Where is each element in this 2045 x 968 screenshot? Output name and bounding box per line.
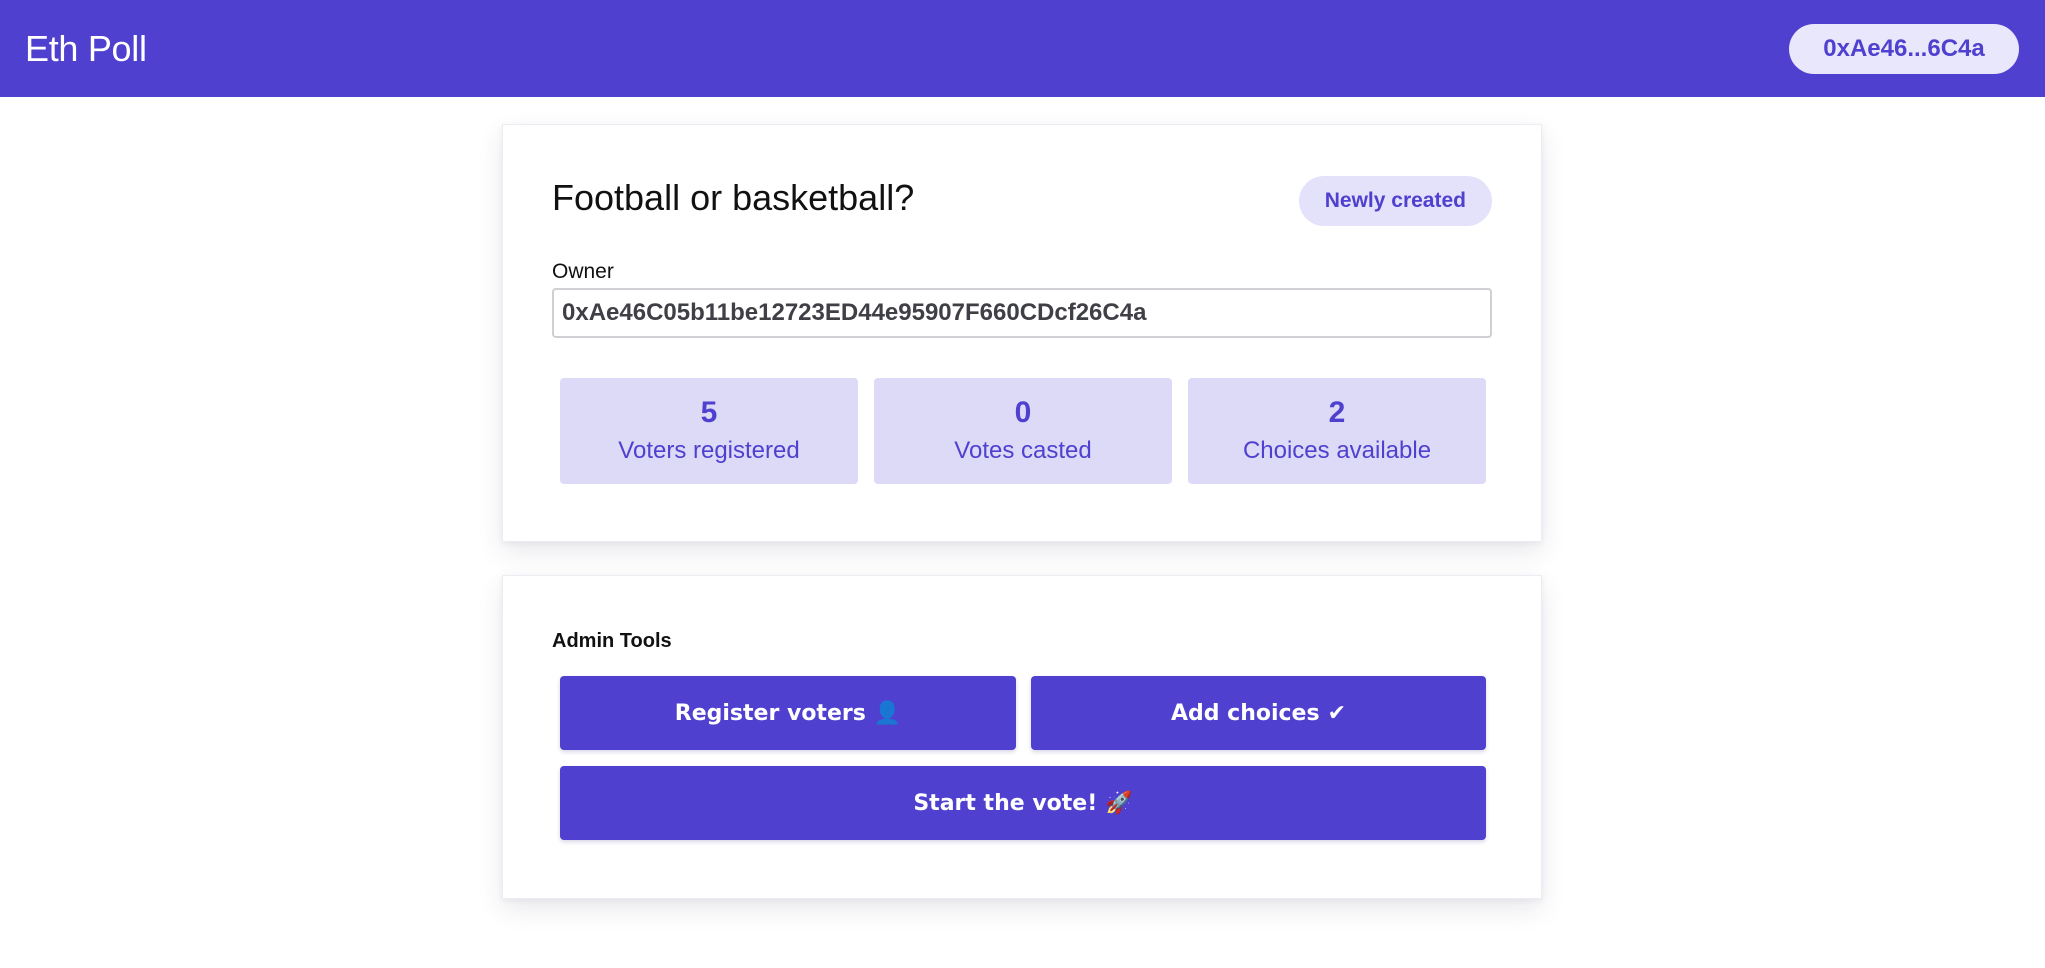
account-button[interactable]: 0xAe46...6C4a — [1789, 23, 2019, 74]
poll-stats: 5 Voters registered 0 Votes casted 2 Cho… — [560, 378, 1486, 484]
start-vote-label: Start the vote! — [913, 790, 1098, 816]
stat-value: 5 — [700, 396, 718, 429]
register-voters-label: Register voters — [674, 700, 866, 726]
stat-label: Votes casted — [954, 437, 1092, 464]
stat-votes-casted: 0 Votes casted — [874, 378, 1172, 484]
app-title[interactable]: Eth Poll — [25, 28, 147, 70]
checkmark-icon: ✔ — [1327, 700, 1347, 726]
add-choices-label: Add choices — [1170, 700, 1320, 726]
owner-label: Owner — [552, 260, 614, 283]
poll-card: Football or basketball? Newly created Ow… — [502, 124, 1542, 542]
stat-voters-registered: 5 Voters registered — [560, 378, 858, 484]
user-icon: 👤 — [873, 700, 902, 726]
admin-tools-title: Admin Tools — [552, 630, 672, 652]
register-voters-button[interactable]: Register voters 👤 — [560, 676, 1016, 750]
owner-address-field[interactable] — [552, 288, 1492, 338]
admin-tools-card: Admin Tools Register voters 👤 Add choice… — [502, 575, 1542, 899]
rocket-icon: 🚀 — [1105, 790, 1133, 816]
add-choices-button[interactable]: Add choices ✔ — [1031, 676, 1486, 750]
start-vote-button[interactable]: Start the vote! 🚀 — [560, 766, 1486, 840]
poll-question: Football or basketball? — [552, 177, 915, 218]
stat-value: 0 — [1014, 396, 1032, 429]
stat-choices-available: 2 Choices available — [1188, 378, 1486, 484]
stat-label: Choices available — [1242, 437, 1432, 464]
top-navbar: Eth Poll 0xAe46...6C4a — [0, 0, 2045, 97]
stat-label: Voters registered — [618, 437, 800, 464]
stat-value: 2 — [1328, 396, 1346, 429]
status-badge: Newly created — [1298, 176, 1492, 226]
